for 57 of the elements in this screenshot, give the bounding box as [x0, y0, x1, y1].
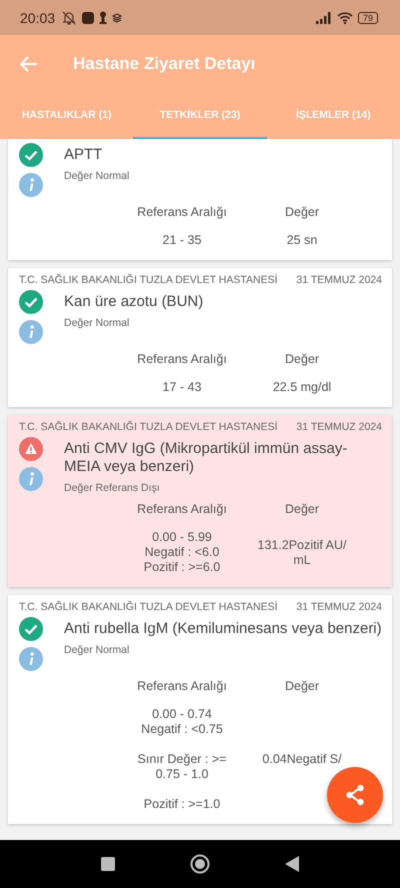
test-name: Anti CMV IgG (Mikropartikül immün assay-MEIA veya benzeri): [64, 440, 348, 476]
result-status: Değer Normal: [64, 644, 130, 656]
info-icon[interactable]: [19, 467, 43, 491]
muted-bell-icon: [61, 10, 78, 24]
result-card[interactable]: T.C. SAĞLIK BAKANLIĞI TUZLA DEVLET HASTANESİ 31 TEMMUZ 2024 Kan üre azotu (BUN) Değer Normal Referans Aralığı Değer 17 - 43 22.5 mg/dl: [8, 268, 392, 407]
back-arrow-icon[interactable]: [20, 56, 38, 72]
warning-icon: [19, 437, 43, 461]
result-date: 31 TEMMUZ 2024: [296, 274, 382, 286]
reference-range: 0.00 - 0.74 Negatif : <0.75 Sınır Değer : >= 0.75 - 1.0 Pozitif : >=1.0: [136, 707, 228, 812]
app-square-icon: [82, 12, 94, 24]
test-name: Kan üre azotu (BUN): [64, 293, 204, 311]
result-date: 31 TEMMUZ 2024: [296, 421, 382, 433]
column-header: Değer: [284, 205, 320, 219]
hospital-name: T.C. SAĞLIK BAKANLIĞI TUZLA DEVLET HASTANESİ: [19, 274, 278, 286]
info-icon[interactable]: [19, 647, 43, 671]
column-header: Referans Aralığı: [136, 679, 228, 693]
clock: 20:03: [20, 10, 56, 26]
result-card[interactable]: APTT Değer Normal Referans Aralığı Değer 21 - 35 25 sn: [8, 139, 392, 260]
check-icon: [19, 617, 43, 641]
result-card[interactable]: [8, 595, 392, 824]
test-name: Anti rubella IgM (Kemiluminesans veya benzeri): [64, 620, 382, 638]
home-icon[interactable]: [190, 854, 210, 874]
signal-icon: [316, 12, 332, 24]
column-header: Referans Aralığı: [136, 205, 228, 219]
layers-icon: [112, 12, 122, 22]
result-value: 25 sn: [286, 233, 318, 248]
result-value: 0.04Negatif S/: [261, 752, 343, 767]
check-icon: [19, 143, 43, 167]
hospital-name: T.C. SAĞLIK BAKANLIĞI TUZLA DEVLET HASTANESİ: [19, 421, 278, 433]
info-icon[interactable]: [19, 320, 43, 344]
result-value: 131.2Pozitif AU/ mL: [256, 538, 348, 568]
recents-icon[interactable]: [101, 857, 115, 871]
battery-level: 79: [358, 12, 378, 24]
tab[interactable]: HASTALIKLAR (1): [0, 93, 134, 139]
check-icon: [19, 290, 43, 314]
test-name: APTT: [64, 146, 104, 164]
back-icon[interactable]: [285, 856, 299, 872]
result-value: 22.5 mg/dl: [272, 380, 332, 395]
result-status: Değer Normal: [64, 170, 130, 182]
keyhole-icon: [99, 11, 108, 24]
screen-title: Hastane Ziyaret Detayı: [73, 54, 256, 74]
column-header: Değer: [284, 352, 320, 366]
tab[interactable]: İŞLEMLER (14): [266, 93, 400, 139]
column-header: Değer: [284, 502, 320, 516]
column-header: Referans Aralığı: [136, 502, 228, 516]
result-status: Değer Normal: [64, 317, 130, 329]
result-date: 31 TEMMUZ 2024: [296, 601, 382, 613]
reference-range: 21 - 35: [162, 233, 202, 248]
wifi-icon: [336, 12, 353, 24]
hospital-name: T.C. SAĞLIK BAKANLIĞI TUZLA DEVLET HASTANESİ: [19, 601, 278, 613]
reference-range: 0.00 - 5.99 Negatif : <6.0 Pozitif : >=6.0: [142, 530, 222, 575]
info-icon[interactable]: [19, 173, 43, 197]
reference-range: 17 - 43: [162, 380, 202, 395]
column-header: Referans Aralığı: [136, 352, 228, 366]
result-card[interactable]: [8, 415, 392, 587]
result-status: Değer Referans Dışı: [64, 482, 161, 494]
column-header: Değer: [284, 679, 320, 693]
